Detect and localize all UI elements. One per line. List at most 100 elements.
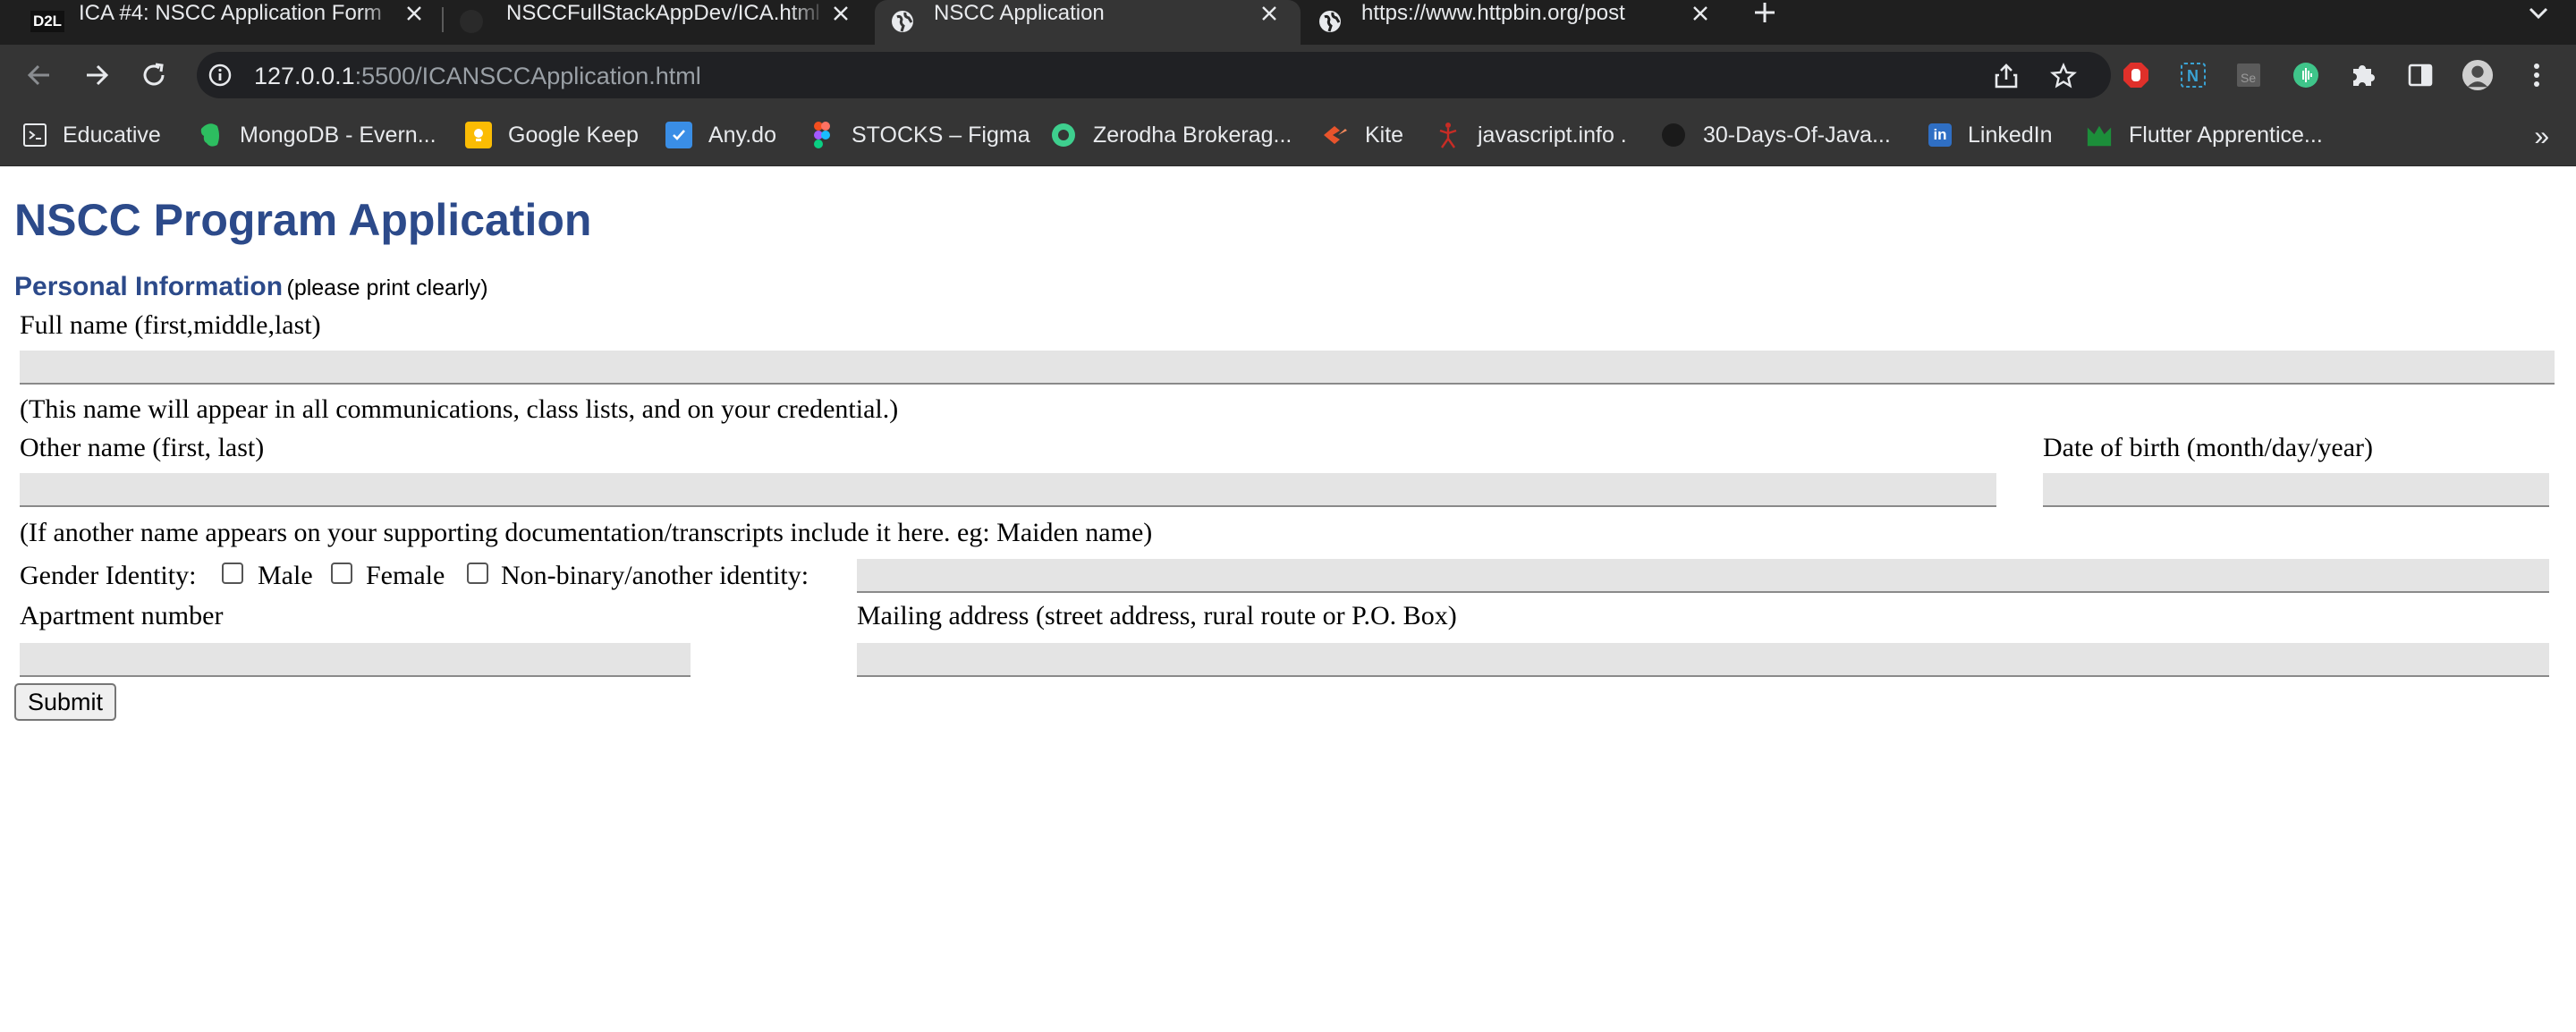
tab-strip: D2L ICA #4: NSCC Application Form NSCCFu… <box>0 0 2576 45</box>
url-path: :5500/ICANSCCApplication.html <box>354 63 701 89</box>
bookmarks-bar: Educative MongoDB - Evern... Google Keep… <box>0 104 2576 166</box>
d2l-icon-text: D2L <box>30 11 65 32</box>
star-icon[interactable] <box>2048 61 2079 91</box>
close-tab-icon[interactable] <box>399 0 429 27</box>
bookmark-zerodha[interactable]: Zerodha Brokerag... <box>1050 120 1292 150</box>
section-note: (please print clearly) <box>286 275 488 300</box>
gender-female-label: Female <box>366 561 445 590</box>
gender-male-label: Male <box>258 561 313 590</box>
url-host: 127.0.0.1 <box>254 63 355 89</box>
reload-button[interactable] <box>136 57 172 93</box>
tab-title: NSCCFullStackAppDev/ICA.html <box>506 1 819 25</box>
zerodha-icon <box>1050 122 1077 148</box>
notion-clipper-icon[interactable]: N <box>2177 59 2209 91</box>
reload-icon <box>143 63 165 86</box>
bookmark-javascript-info[interactable]: javascript.info . <box>1435 120 1627 150</box>
raywenderlich-icon <box>2086 122 2113 148</box>
tab-github-ica[interactable]: NSCCFullStackAppDev/ICA.html <box>445 0 875 45</box>
section-heading: Personal Information <box>14 272 284 301</box>
close-tab-icon[interactable] <box>1685 0 1716 27</box>
mailing-address-field[interactable] <box>857 643 2549 677</box>
tab-title: NSCC Application <box>934 1 1105 25</box>
bookmark-mongodb-evernote[interactable]: MongoDB - Evern... <box>197 120 436 150</box>
info-icon[interactable] <box>206 61 234 89</box>
address-bar[interactable]: 127.0.0.1:5500/ICANSCCApplication.html <box>197 52 2111 98</box>
evernote-icon <box>197 122 224 148</box>
bookmark-anydo[interactable]: Any.do <box>665 120 776 150</box>
globe-icon <box>887 7 918 36</box>
bookmark-label: Any.do <box>708 122 776 148</box>
other-name-field[interactable] <box>20 473 1996 507</box>
kite-icon <box>1322 122 1349 148</box>
side-panel-icon[interactable] <box>2404 59 2436 91</box>
full-name-help: (This name will appear in all communicat… <box>20 394 899 424</box>
github-icon <box>1660 122 1687 148</box>
bookmark-label: STOCKS – Figma <box>852 122 1030 148</box>
bookmark-figma-stocks[interactable]: STOCKS – Figma <box>809 120 1030 150</box>
mailing-address-label: Mailing address (street address, rural r… <box>857 601 1457 630</box>
bookmark-flutter-apprentice[interactable]: Flutter Apprentice... <box>2086 120 2323 150</box>
bookmark-label: javascript.info . <box>1478 122 1627 148</box>
bookmark-educative[interactable]: Educative <box>23 120 161 150</box>
tab-nscc-application[interactable]: NSCC Application <box>875 0 1301 45</box>
profile-avatar[interactable] <box>2462 59 2494 91</box>
javascript-info-icon <box>1435 122 1462 148</box>
voice-extension-icon[interactable] <box>2290 59 2322 91</box>
apartment-label: Apartment number <box>20 601 224 630</box>
bookmark-label: 30-Days-Of-Java... <box>1703 122 1891 148</box>
gender-label: Gender Identity: <box>20 561 197 590</box>
gender-nonbinary-checkbox[interactable] <box>467 563 488 584</box>
bookmark-label: Flutter Apprentice... <box>2129 122 2323 148</box>
full-name-field[interactable] <box>20 351 2555 385</box>
svg-text:Se: Se <box>2241 71 2256 85</box>
gender-other-field[interactable] <box>857 559 2549 593</box>
back-button[interactable] <box>21 57 57 93</box>
page-title: NSCC Program Application <box>14 195 592 245</box>
back-arrow-icon <box>27 64 49 86</box>
anydo-icon <box>665 122 692 148</box>
globe-icon <box>1315 7 1345 36</box>
bookmark-label: Zerodha Brokerag... <box>1093 122 1292 148</box>
share-icon[interactable] <box>1991 61 2021 91</box>
chevron-down-icon <box>2529 7 2548 20</box>
svg-text:N: N <box>2187 67 2199 85</box>
tab-search-button[interactable] <box>2521 0 2556 45</box>
bookmark-30-days-of-java[interactable]: 30-Days-Of-Java... <box>1660 120 1891 150</box>
bookmarks-overflow-button[interactable]: » <box>2534 122 2549 152</box>
tab-ica-form[interactable]: D2L ICA #4: NSCC Application Form <box>0 0 438 45</box>
educative-icon <box>23 123 47 147</box>
linkedin-icon: in <box>1928 123 1952 147</box>
extensions-puzzle-icon[interactable] <box>2347 59 2379 91</box>
close-tab-icon[interactable] <box>826 0 856 27</box>
apartment-field[interactable] <box>20 643 691 677</box>
full-name-label: Full name (first,middle,last) <box>20 310 321 340</box>
gender-male-checkbox[interactable] <box>222 563 243 584</box>
page-content: NSCC Program Application Personal Inform… <box>0 167 2576 1032</box>
close-tab-icon[interactable] <box>1254 0 1284 27</box>
other-name-help: (If another name appears on your support… <box>20 518 1153 547</box>
browser-menu-icon[interactable] <box>2521 59 2553 91</box>
bookmark-google-keep[interactable]: Google Keep <box>465 120 639 150</box>
bookmark-kite[interactable]: Kite <box>1322 120 1403 150</box>
bookmark-linkedin[interactable]: in LinkedIn <box>1928 120 2053 150</box>
new-tab-button[interactable] <box>1742 0 1787 45</box>
bookmark-label: Kite <box>1365 122 1404 148</box>
submit-button[interactable]: Submit <box>14 683 116 721</box>
bookmark-label: Google Keep <box>508 122 639 148</box>
dob-field[interactable] <box>2043 473 2549 507</box>
forward-button[interactable] <box>79 57 114 93</box>
figma-icon <box>809 122 835 148</box>
bookmark-label: LinkedIn <box>1968 122 2053 148</box>
adblock-icon[interactable] <box>2120 59 2152 91</box>
linkedin-icon-text: in <box>1933 126 1947 143</box>
plus-icon <box>1755 3 1775 22</box>
section-heading-row: Personal Information (please print clear… <box>14 272 488 302</box>
other-name-label: Other name (first, last) <box>20 433 265 462</box>
tab-httpbin[interactable]: https://www.httpbin.org/post <box>1304 0 1733 45</box>
tab-title: https://www.httpbin.org/post <box>1361 1 1625 25</box>
gender-female-checkbox[interactable] <box>331 563 352 584</box>
browser-toolbar: 127.0.0.1:5500/ICANSCCApplication.html N… <box>0 45 2576 104</box>
dob-label: Date of birth (month/day/year) <box>2043 433 2374 462</box>
selenium-ide-icon[interactable]: Se <box>2233 59 2265 91</box>
d2l-icon: D2L <box>30 7 65 36</box>
